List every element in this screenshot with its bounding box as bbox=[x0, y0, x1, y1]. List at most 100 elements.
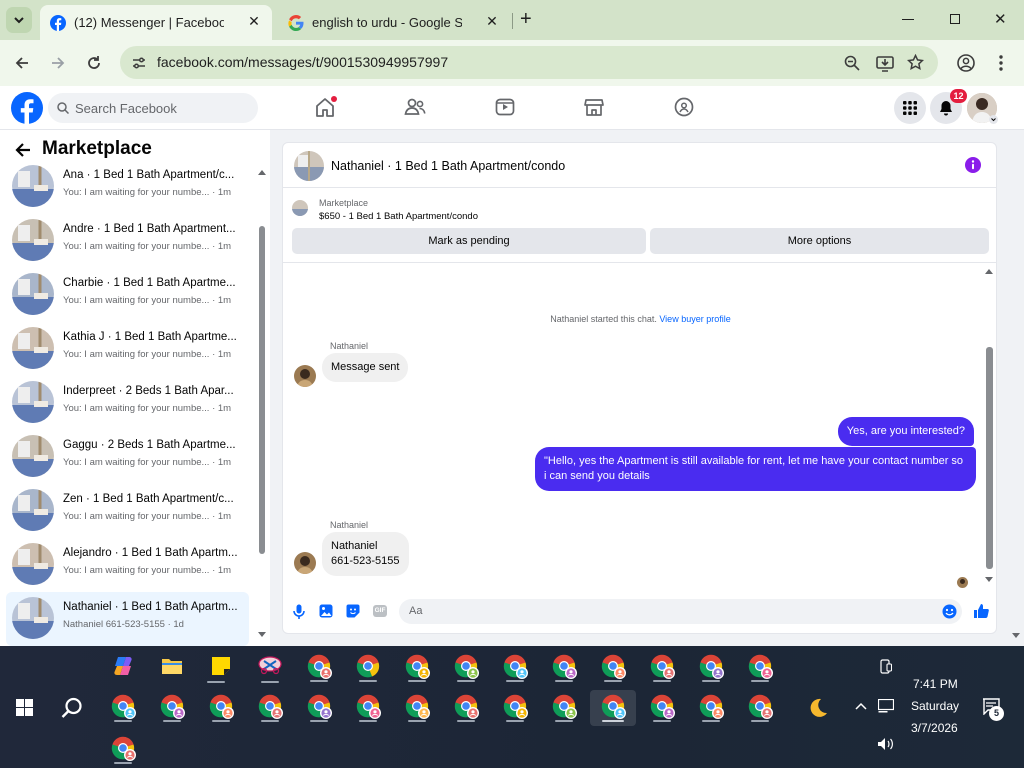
chat-scrollbar-thumb[interactable] bbox=[986, 347, 993, 569]
friends-icon[interactable] bbox=[404, 98, 426, 116]
scroll-down-arrow-icon[interactable] bbox=[985, 577, 993, 583]
facebook-logo-icon[interactable] bbox=[11, 92, 43, 124]
marketplace-icon[interactable] bbox=[584, 98, 604, 116]
close-window-button[interactable]: ✕ bbox=[994, 10, 1007, 28]
message-input[interactable]: Aa bbox=[399, 599, 962, 624]
volume-icon[interactable] bbox=[877, 737, 894, 751]
address-bar[interactable]: facebook.com/messages/t/9001530949957997 bbox=[120, 46, 938, 79]
conversation-item[interactable]: Andre · 1 Bed 1 Bath Apartment... You: I … bbox=[6, 214, 249, 268]
new-tab-button[interactable]: + bbox=[520, 9, 540, 29]
conversation-item[interactable]: Ana · 1 Bed 1 Bath Apartment/c... You: I … bbox=[6, 160, 249, 214]
file-explorer-icon[interactable] bbox=[161, 656, 183, 676]
chrome-profile-icon[interactable] bbox=[503, 694, 529, 720]
sender-avatar[interactable] bbox=[294, 552, 316, 574]
mark-as-pending-button[interactable]: Mark as pending bbox=[292, 228, 646, 254]
chrome-profile-icon[interactable] bbox=[552, 654, 578, 680]
chrome-profile-icon[interactable] bbox=[454, 694, 480, 720]
phone-link-icon[interactable] bbox=[880, 659, 892, 675]
incoming-message-bubble[interactable]: Message sent bbox=[322, 353, 409, 382]
tab-google-search[interactable]: english to urdu - Google Search ✕ bbox=[278, 5, 510, 40]
sticky-notes-icon[interactable] bbox=[211, 656, 231, 676]
chat-header-avatar[interactable] bbox=[294, 151, 324, 181]
restore-button[interactable] bbox=[950, 14, 960, 24]
chrome-profile-icon[interactable] bbox=[650, 694, 676, 720]
conversation-item[interactable]: Nathaniel · 1 Bed 1 Bath Apartm... Nathan… bbox=[6, 592, 249, 646]
clock-date[interactable]: 3/7/2026 bbox=[911, 721, 958, 735]
snipping-tool-icon[interactable] bbox=[258, 655, 282, 677]
account-chevron-icon[interactable] bbox=[989, 115, 998, 124]
chrome-profile-icon[interactable] bbox=[552, 694, 578, 720]
nav-home[interactable] bbox=[314, 96, 337, 117]
view-buyer-profile-link[interactable]: View buyer profile bbox=[659, 314, 730, 324]
chrome-profile-icon[interactable] bbox=[454, 654, 480, 680]
copilot-icon[interactable] bbox=[112, 655, 134, 677]
chat-header-title[interactable]: Nathaniel · 1 Bed 1 Bath Apartment/condo bbox=[331, 159, 565, 173]
conversation-item[interactable]: Zen · 1 Bed 1 Bath Apartment/c... You: I … bbox=[6, 484, 249, 538]
tab-messenger[interactable]: (12) Messenger | Facebook ✕ bbox=[40, 5, 272, 40]
sender-avatar[interactable] bbox=[294, 365, 316, 387]
chrome-profile-icon[interactable] bbox=[307, 654, 333, 680]
chrome-profile-icon[interactable] bbox=[503, 654, 529, 680]
emoji-icon[interactable] bbox=[942, 604, 957, 619]
chrome-profile-icon[interactable] bbox=[748, 654, 774, 680]
clock-time[interactable]: 7:41 PM bbox=[913, 677, 958, 691]
close-tab-icon[interactable]: ✕ bbox=[246, 13, 262, 29]
outgoing-message-bubble[interactable]: "Hello, yes the Apartment is still avail… bbox=[535, 447, 976, 491]
chrome-profile-icon[interactable] bbox=[699, 654, 725, 680]
photo-icon[interactable] bbox=[319, 604, 333, 618]
scroll-down-arrow-icon[interactable] bbox=[258, 632, 266, 638]
chrome-profile-icon[interactable] bbox=[209, 694, 235, 720]
scroll-up-arrow-icon[interactable] bbox=[258, 169, 266, 175]
profile-icon[interactable] bbox=[957, 54, 975, 72]
close-tab-icon[interactable]: ✕ bbox=[484, 13, 500, 29]
conversation-item[interactable]: Kathia J · 1 Bed 1 Bath Apartme... You: I… bbox=[6, 322, 249, 376]
microphone-icon[interactable] bbox=[293, 604, 305, 619]
chrome-profile-icon[interactable] bbox=[650, 654, 676, 680]
chrome-profile-icon[interactable] bbox=[111, 736, 137, 762]
incoming-message-bubble[interactable]: Nathaniel 661-523-5155 bbox=[322, 532, 409, 576]
install-app-icon[interactable] bbox=[876, 54, 894, 72]
chrome-profile-icon[interactable] bbox=[699, 694, 725, 720]
chrome-profile-icon[interactable] bbox=[258, 694, 284, 720]
minimize-button[interactable] bbox=[902, 19, 914, 20]
browser-menu-icon[interactable] bbox=[999, 54, 1003, 72]
site-info-icon[interactable] bbox=[131, 55, 147, 71]
search-facebook-input[interactable]: Search Facebook bbox=[48, 93, 258, 123]
chrome-profile-icon[interactable] bbox=[405, 654, 431, 680]
weather-moon-icon[interactable] bbox=[807, 697, 829, 719]
show-hidden-icons-chevron-icon[interactable] bbox=[855, 702, 867, 710]
forward-arrow-icon[interactable] bbox=[50, 55, 66, 71]
groups-icon[interactable] bbox=[674, 97, 694, 117]
chrome-profile-icon[interactable] bbox=[405, 694, 431, 720]
chrome-profile-icon[interactable] bbox=[601, 654, 627, 680]
bookmark-star-icon[interactable] bbox=[907, 54, 924, 71]
chrome-profile-icon[interactable] bbox=[356, 694, 382, 720]
zoom-icon[interactable] bbox=[844, 55, 860, 71]
menu-button[interactable] bbox=[894, 92, 926, 124]
thumbs-up-icon[interactable] bbox=[973, 603, 989, 619]
listing-thumbnail[interactable] bbox=[292, 200, 308, 216]
chrome-profile-icon[interactable] bbox=[601, 694, 627, 720]
chrome-profile-icon[interactable] bbox=[307, 694, 333, 720]
info-icon[interactable] bbox=[965, 157, 981, 173]
windows-start-icon[interactable] bbox=[16, 699, 33, 716]
conversation-item[interactable]: Inderpreet · 2 Beds 1 Bath Apar... You: I… bbox=[6, 376, 249, 430]
back-arrow-icon[interactable] bbox=[14, 55, 30, 71]
more-options-button[interactable]: More options bbox=[650, 228, 989, 254]
back-arrow-icon[interactable] bbox=[14, 142, 32, 158]
tab-search-button[interactable] bbox=[6, 7, 32, 33]
network-icon[interactable] bbox=[878, 699, 894, 713]
reload-icon[interactable] bbox=[86, 55, 102, 71]
clock-day[interactable]: Saturday bbox=[911, 699, 959, 713]
scroll-up-arrow-icon[interactable] bbox=[985, 268, 993, 274]
conversation-item[interactable]: Charbie · 1 Bed 1 Bath Apartme... You: I … bbox=[6, 268, 249, 322]
page-scroll-down-arrow-icon[interactable] bbox=[1012, 633, 1020, 639]
listing-title[interactable]: $650 - 1 Bed 1 Bath Apartment/condo bbox=[319, 211, 478, 222]
watch-video-icon[interactable] bbox=[495, 98, 515, 116]
gif-icon[interactable]: GIF bbox=[373, 605, 387, 617]
conversation-item[interactable]: Alejandro · 1 Bed 1 Bath Apartm... You: I… bbox=[6, 538, 249, 592]
chrome-profile-icon[interactable] bbox=[160, 694, 186, 720]
sticker-icon[interactable] bbox=[346, 604, 360, 618]
sidebar-scrollbar-thumb[interactable] bbox=[259, 226, 265, 554]
outgoing-message-bubble[interactable]: Yes, are you interested? bbox=[837, 417, 974, 446]
